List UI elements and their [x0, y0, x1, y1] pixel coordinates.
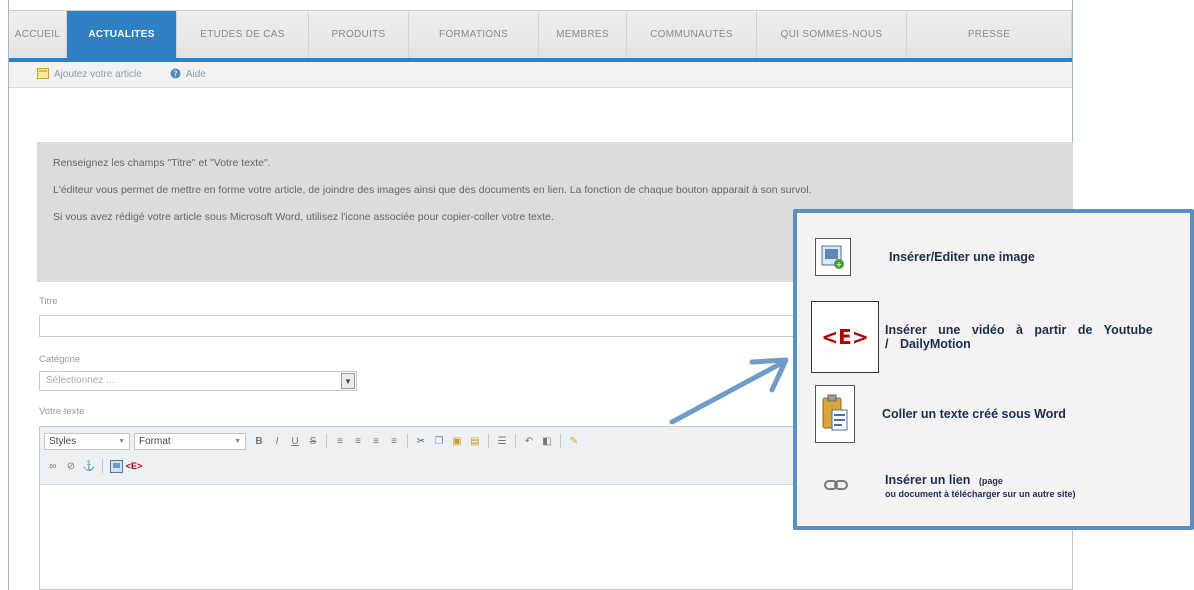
tab-accueil[interactable]: ACCUEIL: [9, 11, 67, 58]
underline-icon[interactable]: U: [286, 432, 304, 450]
bold-icon[interactable]: B: [250, 432, 268, 450]
legend-image-text: Insérer/Editer une image: [889, 250, 1035, 264]
legend-link-label: Insérer un lien: [885, 473, 971, 487]
toolbar-divider: [407, 434, 408, 448]
legend-link-text: Insérer un lien (page ou document à télé…: [885, 471, 1076, 499]
strikethrough-icon[interactable]: S: [304, 432, 322, 450]
sub-toolbar: Ajoutez votre article ? Aide: [9, 62, 1072, 88]
anchor-icon[interactable]: ⚓: [80, 457, 98, 475]
cut-icon[interactable]: ✂: [412, 432, 430, 450]
tab-communautes[interactable]: COMMUNAUTÉS: [627, 11, 757, 58]
brush-icon[interactable]: ✎: [565, 432, 583, 450]
align-right-icon[interactable]: ≡: [367, 432, 385, 450]
legend-link: Insérer un lien (page ou document à télé…: [823, 471, 1076, 499]
format-label: Format: [139, 435, 171, 447]
tab-membres[interactable]: MEMBRES: [539, 11, 627, 58]
legend-word-text: Coller un texte créé sous Word: [882, 407, 1066, 421]
paste-word-icon[interactable]: ▤: [466, 432, 484, 450]
tab-qui-sommes-nous[interactable]: QUI SOMMES-NOUS: [757, 11, 907, 58]
instructions-line-2: L'éditeur vous permet de mettre en forme…: [53, 184, 812, 196]
add-article-icon: [37, 67, 49, 82]
pointer-arrow-icon: [669, 357, 789, 425]
help-label: Aide: [185, 69, 206, 80]
eraser-icon[interactable]: ◧: [538, 432, 556, 450]
legend-video-text: Insérer une vidéo à partir de Youtube / …: [885, 323, 1155, 351]
legend-image: + Insérer/Editer une image: [815, 238, 1035, 276]
legend-video-label: Insérer une vidéo à partir de Youtube / …: [885, 323, 1153, 351]
main-nav: ACCUEIL ACTUALITES ETUDES DE CAS PRODUIT…: [9, 10, 1072, 58]
toolbar-divider: [515, 434, 516, 448]
tab-formations[interactable]: FORMATIONS: [409, 11, 539, 58]
legend-link-small-1: (page: [978, 476, 1003, 486]
title-label: Titre: [39, 296, 58, 307]
format-dropdown[interactable]: Format ▼: [134, 432, 246, 450]
toolbar-divider: [488, 434, 489, 448]
video-icon[interactable]: <E>: [125, 457, 143, 475]
help-link[interactable]: ? Aide: [170, 68, 206, 82]
unlink-icon[interactable]: ⊘: [62, 457, 80, 475]
align-center-icon[interactable]: ≡: [349, 432, 367, 450]
text-label: Votre texte: [39, 406, 85, 417]
video-icon: <E>: [811, 301, 879, 373]
tab-presse[interactable]: PRESSE: [907, 11, 1072, 58]
category-dropdown-icon[interactable]: ▼: [341, 373, 355, 389]
legend-video: <E> Insérer une vidéo à partir de Youtub…: [811, 301, 1155, 373]
link-icon[interactable]: ∞: [44, 457, 62, 475]
add-article-link[interactable]: Ajoutez votre article: [37, 67, 142, 82]
add-article-label: Ajoutez votre article: [54, 69, 142, 80]
category-label: Catégorie: [39, 354, 81, 365]
image-icon: +: [815, 238, 851, 276]
category-select[interactable]: Sélectionnez ...: [39, 371, 357, 391]
paste-icon[interactable]: ▣: [448, 432, 466, 450]
image-icon[interactable]: [107, 457, 125, 475]
tab-etudes-de-cas[interactable]: ETUDES DE CAS: [177, 11, 309, 58]
paste-word-icon: [815, 385, 855, 443]
copy-icon[interactable]: ❐: [430, 432, 448, 450]
help-icon: ?: [170, 68, 181, 82]
tab-produits[interactable]: PRODUITS: [309, 11, 409, 58]
tab-actualites[interactable]: ACTUALITES: [67, 11, 177, 58]
legend-link-small-2: ou document à télécharger sur un autre s…: [885, 489, 1076, 499]
toolbar-divider: [326, 434, 327, 448]
video-icon-glyph: <E>: [821, 325, 869, 349]
toolbar-divider: [560, 434, 561, 448]
link-icon: [823, 475, 849, 495]
italic-icon[interactable]: I: [268, 432, 286, 450]
styles-dropdown[interactable]: Styles ▼: [44, 432, 130, 450]
toolbar-legend-panel: + Insérer/Editer une image <E> Insérer u…: [793, 209, 1194, 530]
align-left-icon[interactable]: ≡: [331, 432, 349, 450]
svg-text:?: ?: [173, 69, 177, 78]
justify-icon[interactable]: ≡: [385, 432, 403, 450]
chevron-down-icon: ▼: [118, 437, 125, 445]
chevron-down-icon: ▼: [234, 437, 241, 445]
undo-icon[interactable]: ↶: [520, 432, 538, 450]
svg-text:+: +: [836, 260, 843, 269]
toolbar-divider: [102, 459, 103, 473]
styles-label: Styles: [49, 435, 77, 447]
list-icon[interactable]: ☰: [493, 432, 511, 450]
legend-word: Coller un texte créé sous Word: [815, 385, 1066, 443]
instructions-line-1: Renseignez les champs "Titre" et "Votre …: [53, 157, 271, 169]
